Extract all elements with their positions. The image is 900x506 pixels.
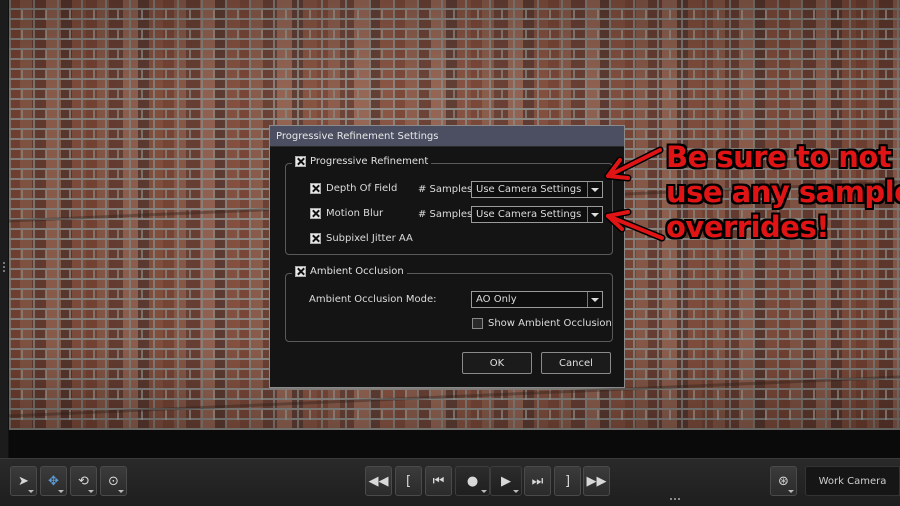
annotation-line: overrides!	[666, 210, 829, 244]
annotation-line: use any sample	[666, 175, 900, 209]
annotation-arrows	[604, 146, 666, 242]
annotation-callout: Be sure to not use any sample overrides!	[666, 140, 900, 245]
annotation-line: Be sure to not	[666, 140, 892, 174]
